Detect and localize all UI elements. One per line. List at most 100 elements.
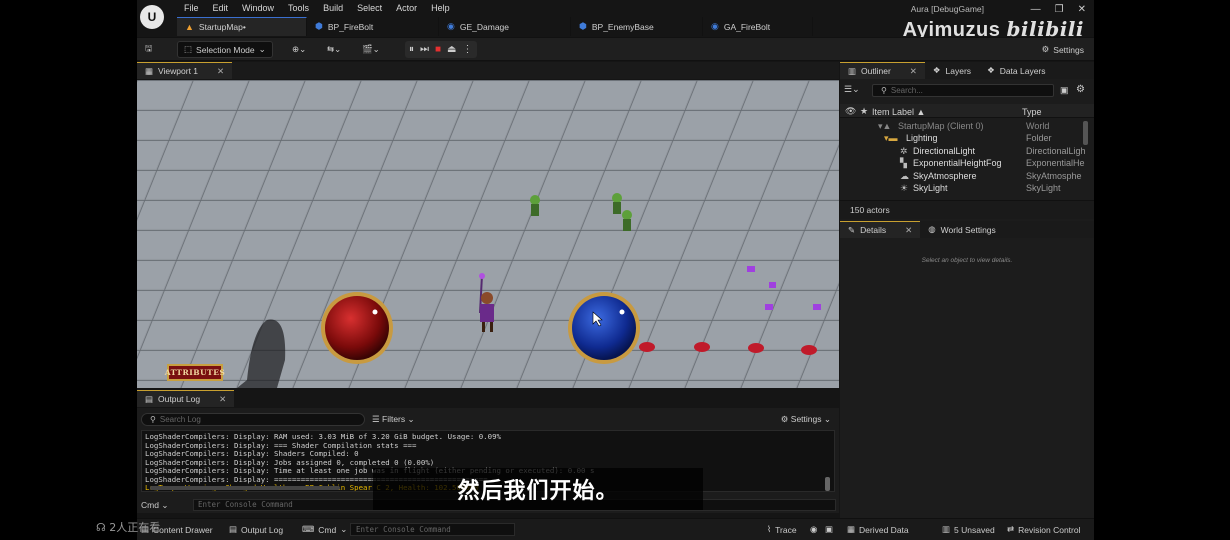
log-settings-button[interactable]: ⚙ Settings ⌄: [781, 414, 831, 425]
tree-row[interactable]: ☁ SkyAtmosphere SkyAtmosphe: [840, 171, 1088, 183]
row-type: SkyLight: [1026, 183, 1061, 193]
stop-icon[interactable]: ■: [435, 44, 441, 55]
eye-icon[interactable]: 👁: [845, 106, 856, 117]
goblin-enemy[interactable]: [612, 193, 622, 214]
output-log-label: Output Log: [241, 524, 284, 535]
goblin-enemy[interactable]: [530, 195, 540, 216]
menu-edit[interactable]: Edit: [206, 3, 236, 13]
record-icon[interactable]: ◉: [810, 524, 817, 535]
menu-file[interactable]: File: [177, 3, 206, 13]
outliner-search-input[interactable]: ⚲ Search...: [872, 84, 1054, 97]
close-icon[interactable]: ✕: [905, 225, 912, 236]
gear-icon[interactable]: ⚙: [1076, 84, 1085, 95]
filter-dropdown[interactable]: ☰⌄: [844, 84, 860, 95]
tab-layers[interactable]: ❖ Layers: [925, 62, 979, 79]
tab-ga-firebolt[interactable]: ◉ GA_FireBolt: [703, 17, 813, 36]
tab-bp-firebolt[interactable]: ⬢ BP_FireBolt: [307, 17, 439, 36]
health-globe: [321, 292, 393, 364]
blueprints-button[interactable]: ⇆⌄: [327, 41, 341, 58]
revision-control-button[interactable]: ⇄ Revision Control: [1007, 524, 1081, 535]
output-log-button[interactable]: ▤ Output Log: [229, 524, 283, 535]
trace-label: Trace: [775, 524, 797, 535]
tab-label: Data Layers: [999, 65, 1046, 76]
tab-output-log[interactable]: ▤ Output Log ✕: [137, 390, 235, 407]
unsaved-button[interactable]: ▥ 5 Unsaved: [942, 524, 995, 535]
tab-ge-damage[interactable]: ◉ GE_Damage: [439, 17, 571, 36]
menu-select[interactable]: Select: [350, 3, 389, 13]
tree-row[interactable]: ▾▬ Lighting Folder: [840, 133, 1088, 145]
cmd-dropdown[interactable]: Cmd ⌄: [141, 500, 168, 511]
menu-build[interactable]: Build: [316, 3, 350, 13]
step-icon[interactable]: ⏭: [420, 44, 429, 55]
close-icon[interactable]: ✕: [1078, 4, 1086, 15]
item-label-column[interactable]: Item Label ▲: [872, 107, 925, 117]
log-icon: ▤: [229, 524, 238, 534]
tab-bp-enemybase[interactable]: ⬢ BP_EnemyBase: [571, 17, 703, 36]
filter-icon: ☰: [372, 414, 380, 424]
statusbar-console-input[interactable]: Enter Console Command: [350, 523, 515, 536]
console-placeholder: Enter Console Command: [356, 525, 451, 534]
title-bar: U File Edit Window Tools Build Select Ac…: [137, 0, 1094, 41]
close-icon[interactable]: ✕: [219, 394, 226, 405]
row-type: SkyAtmosphe: [1026, 171, 1082, 181]
tree-row[interactable]: ▾▲ StartupMap (Client 0) World: [840, 121, 1088, 133]
tab-details[interactable]: ✎ Details ✕: [840, 221, 921, 238]
chevron-down-icon: ⌄: [258, 44, 266, 54]
save-icon[interactable]: 🖫: [145, 41, 152, 58]
project-name: Aura [DebugGame]: [910, 4, 984, 14]
sky-atmosphere-icon: ☁: [900, 171, 909, 181]
close-icon[interactable]: ✕: [217, 66, 224, 77]
pause-icon[interactable]: ⏸: [409, 44, 414, 55]
derived-data-button[interactable]: ▦ Derived Data: [847, 524, 909, 535]
horizontal-scrollbar[interactable]: [150, 486, 340, 490]
blueprint-icon: ⬢: [315, 21, 323, 31]
eject-icon[interactable]: ⏏: [447, 44, 456, 55]
type-column[interactable]: Type: [1022, 107, 1042, 117]
tab-data-layers[interactable]: ❖ Data Layers: [979, 62, 1053, 79]
tab-viewport-1[interactable]: ▦ Viewport 1 ✕: [137, 62, 233, 79]
menu-tools[interactable]: Tools: [281, 3, 316, 13]
menu-help[interactable]: Help: [424, 3, 457, 13]
trace-button[interactable]: ⌇ Trace: [767, 524, 797, 535]
goblin-enemy[interactable]: [622, 210, 632, 231]
tree-row[interactable]: ✲ DirectionalLight DirectionalLigh: [840, 146, 1088, 158]
cinematics-button[interactable]: 🎬⌄: [362, 41, 380, 58]
trace-icon: ⌇: [767, 524, 772, 534]
game-viewport[interactable]: ATTRIBUTES: [137, 80, 839, 388]
filters-dropdown[interactable]: ☰ Filters ⌄: [372, 414, 415, 425]
tree-row[interactable]: ▚ ExponentialHeightFog ExponentialHe: [840, 158, 1088, 170]
actor-count: 150 actors: [840, 200, 1094, 219]
camera-icon[interactable]: ▣: [825, 524, 833, 535]
menu-actor[interactable]: Actor: [389, 3, 424, 13]
console-placeholder: Enter Console Command: [198, 500, 293, 509]
more-icon[interactable]: ⋮: [463, 44, 473, 55]
attributes-button[interactable]: ATTRIBUTES: [165, 364, 225, 381]
restore-icon[interactable]: ❐: [1055, 4, 1064, 15]
add-actor-button[interactable]: ⊕⌄: [292, 41, 306, 58]
tab-label: Outliner: [861, 66, 891, 76]
tab-world-settings[interactable]: ◍ World Settings: [920, 221, 1004, 238]
viewers-icon: ☊: [96, 521, 106, 534]
derived-data-icon: ▦: [847, 524, 856, 534]
row-type: DirectionalLigh: [1026, 146, 1086, 156]
unreal-logo-icon[interactable]: U: [140, 5, 164, 29]
cmd-dropdown[interactable]: ⌨ Cmd ⌄: [302, 524, 347, 535]
minimize-icon[interactable]: —: [1031, 4, 1041, 15]
tab-startupmap[interactable]: ▲ StartupMap•: [177, 17, 307, 36]
add-folder-icon[interactable]: ▣: [1060, 85, 1069, 96]
settings-button[interactable]: ⚙ Settings: [1042, 41, 1084, 58]
gameplay-effect-icon: ◉: [447, 21, 455, 31]
selection-mode-dropdown[interactable]: ⬚ Selection Mode ⌄: [177, 41, 273, 58]
close-icon[interactable]: ✕: [910, 66, 917, 77]
gear-icon: ⚙: [780, 414, 789, 424]
tab-outliner[interactable]: ▥ Outliner ✕: [840, 62, 925, 79]
tree-row[interactable]: ☀ SkyLight SkyLight: [840, 183, 1088, 195]
chevron-down-icon: ⌄: [340, 524, 348, 534]
outliner-scrollbar[interactable]: [1083, 121, 1088, 145]
star-icon[interactable]: ★: [860, 106, 868, 117]
log-icon: ▤: [145, 393, 154, 404]
menu-window[interactable]: Window: [235, 3, 281, 13]
gear-icon: ⚙: [1041, 44, 1050, 54]
log-search-input[interactable]: ⚲ Search Log: [141, 413, 365, 426]
vertical-scrollbar[interactable]: [825, 477, 830, 491]
